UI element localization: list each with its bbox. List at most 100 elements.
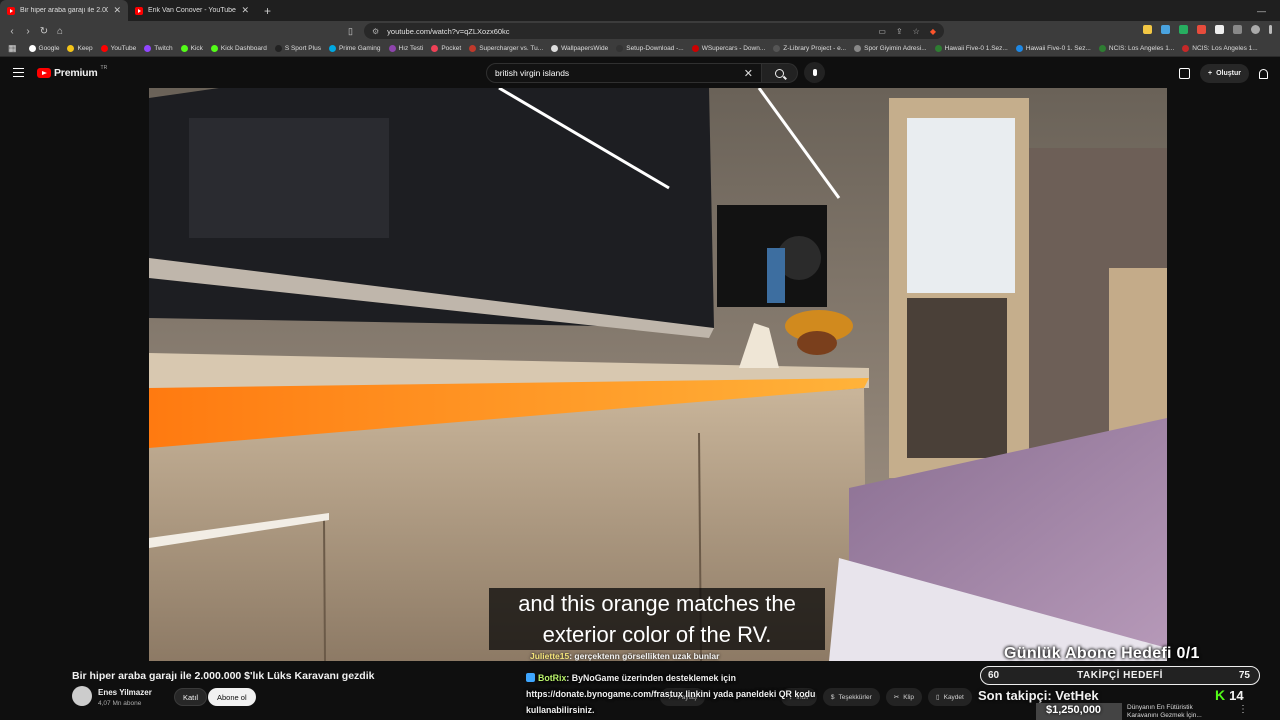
- subscribe-button[interactable]: Abone ol: [208, 688, 256, 706]
- bookmark-item[interactable]: Z-Library Project - e...: [773, 45, 846, 52]
- site-info-icon[interactable]: ⚙: [372, 27, 379, 36]
- recommended-thumbnail[interactable]: $1,250,000: [1036, 703, 1122, 720]
- video-player[interactable]: and this orange matches the exterior col…: [149, 88, 1167, 661]
- clip-button[interactable]: ✂ Klip: [885, 688, 923, 706]
- kick-logo-icon: K: [1215, 687, 1226, 703]
- bookmark-item[interactable]: WallpapersWide: [551, 45, 608, 52]
- tab-title: Bir hiper araba garajı ile 2.000.000: [20, 7, 109, 14]
- bookmark-item[interactable]: Spor Giyimin Adresi...: [854, 45, 927, 52]
- recommended-title[interactable]: Dünyanın En Fütüristik Karavanını Gezmek…: [1127, 704, 1202, 720]
- chat-username: Juliette15: [530, 651, 570, 661]
- menu-icon[interactable]: [1269, 25, 1272, 34]
- bookmark-label: Google: [38, 45, 60, 52]
- menu-hamburger-icon[interactable]: [13, 68, 24, 77]
- bookmark-item[interactable]: Prime Gaming: [328, 45, 381, 52]
- extension-icon[interactable]: [1197, 25, 1206, 34]
- new-tab-icon[interactable]: +: [256, 4, 279, 18]
- recommended-title-line-1: Dünyanın En Fütüristik: [1127, 704, 1193, 711]
- create-button[interactable]: + Oluştur: [1200, 64, 1249, 83]
- extensions-area: [1143, 25, 1272, 34]
- bookmark-label: Twitch: [154, 45, 173, 52]
- tab-inactive[interactable]: Erik Van Conover - YouTube ✕: [128, 0, 256, 21]
- save-button[interactable]: ▯ Kaydet: [928, 688, 972, 706]
- forward-icon[interactable]: ›: [20, 26, 36, 37]
- search-input[interactable]: british virgin islands ✕: [486, 63, 762, 83]
- search-box: british virgin islands ✕: [486, 63, 798, 83]
- bookmark-item[interactable]: Hawaii Five-0 1. Sez...: [1015, 45, 1091, 52]
- extension-icon[interactable]: [1215, 25, 1224, 34]
- bookmark-label: Supercharger vs. Tu...: [479, 45, 544, 52]
- more-options-icon[interactable]: ⋮: [1238, 704, 1248, 715]
- tab-active[interactable]: Bir hiper araba garajı ile 2.000.000 ✕: [0, 0, 128, 21]
- extension-icon[interactable]: [1161, 25, 1170, 34]
- channel-name[interactable]: Enes Yilmazer: [98, 688, 152, 697]
- bookmark-label: Prime Gaming: [338, 45, 381, 52]
- chat-message: Juliette15: gerçektenn görsellikten uzak…: [530, 651, 719, 661]
- bookmark-item[interactable]: S Sport Plus: [274, 45, 321, 52]
- bookmark-favicon-icon: [28, 45, 36, 52]
- bookmark-favicon-icon: [551, 45, 559, 52]
- home-icon[interactable]: ⌂: [52, 26, 68, 37]
- microphone-icon: [812, 69, 817, 76]
- youtube-favicon-icon: [135, 6, 143, 15]
- save-label: Kaydet: [943, 693, 964, 701]
- browser-tab-strip: Bir hiper araba garajı ile 2.000.000 ✕ E…: [0, 0, 1280, 21]
- star-icon[interactable]: ☆: [913, 27, 920, 36]
- caption-line-1: and this orange matches the: [518, 591, 796, 616]
- minimize-icon[interactable]: —: [1257, 6, 1266, 16]
- join-button[interactable]: Katıl: [174, 688, 208, 706]
- bookmark-favicon-icon: [773, 45, 781, 52]
- profile-icon[interactable]: [1251, 25, 1260, 34]
- follower-goal-bar: 60 TAKİPÇİ HEDEFİ 75: [980, 666, 1260, 685]
- bookmark-item[interactable]: Twitch: [144, 45, 173, 52]
- bookmark-item[interactable]: Hız Testi: [388, 45, 423, 52]
- bookmark-item[interactable]: Supercharger vs. Tu...: [469, 45, 543, 52]
- subscriber-count: 4,07 Mn abone: [98, 700, 142, 707]
- extension-icon[interactable]: [1143, 25, 1152, 34]
- bookmark-item[interactable]: Kick: [180, 45, 203, 52]
- region-code: TR: [100, 65, 108, 71]
- bookmark-item[interactable]: Kick Dashboard: [210, 45, 267, 52]
- bookmark-item[interactable]: Pocket: [431, 45, 461, 52]
- bookmark-item[interactable]: YouTube: [100, 45, 136, 52]
- bookmark-item[interactable]: Google: [28, 45, 60, 52]
- video-title: Bir hiper araba garajı ile 2.000.000 $'l…: [72, 670, 375, 682]
- clear-search-icon[interactable]: ✕: [744, 67, 753, 80]
- bookmark-icon[interactable]: ▯: [348, 26, 353, 37]
- bookmark-item[interactable]: Hawaii Five-0 1.Sez...: [934, 45, 1008, 52]
- close-tab-icon[interactable]: ✕: [113, 5, 121, 16]
- channel-avatar[interactable]: [72, 686, 92, 706]
- youtube-logo[interactable]: Premium TR: [37, 65, 108, 79]
- bookmark-item[interactable]: WSupercars - Down...: [691, 45, 765, 52]
- bookmark-favicon-icon: [67, 45, 75, 52]
- url-bar[interactable]: ▯ ⚙ youtube.com/watch?v=qZLXozx60kc ▭ ⇪ …: [348, 23, 944, 39]
- reload-icon[interactable]: ↻: [36, 26, 52, 37]
- studio-icon[interactable]: [1179, 68, 1191, 79]
- notifications-bell-icon[interactable]: [1259, 68, 1268, 79]
- bookmark-item[interactable]: Setup-Download -...: [616, 45, 684, 52]
- bookmark-favicon-icon: [328, 45, 336, 52]
- bookmark-favicon-icon: [616, 45, 624, 52]
- search-button[interactable]: [762, 63, 798, 83]
- share-icon[interactable]: ⇪: [896, 27, 903, 36]
- bookmark-favicon-icon: [210, 45, 218, 52]
- extension-icon[interactable]: [1179, 25, 1188, 34]
- bookmark-item[interactable]: NCIS: Los Angeles 1...: [1182, 45, 1258, 52]
- bookmark-favicon-icon: [144, 45, 152, 52]
- close-tab-icon[interactable]: ✕: [241, 5, 249, 16]
- thanks-label: Teşekkürler: [838, 693, 872, 701]
- search-icon: [775, 68, 784, 78]
- back-icon[interactable]: ‹: [4, 26, 20, 37]
- voice-search-button[interactable]: [804, 62, 825, 83]
- bookmark-favicon-icon: [469, 45, 477, 52]
- apps-grid-icon[interactable]: ▦: [8, 43, 17, 54]
- cast-icon[interactable]: ▭: [878, 27, 886, 36]
- bookmark-item[interactable]: Keep: [67, 45, 93, 52]
- extensions-puzzle-icon[interactable]: [1233, 25, 1242, 34]
- bot-username: BotRix: [538, 673, 567, 683]
- brave-shield-icon[interactable]: ◆: [930, 27, 936, 36]
- bookmark-item[interactable]: NCIS: Los Angeles 1...: [1098, 45, 1174, 52]
- thanks-icon: $: [830, 693, 835, 701]
- thanks-button[interactable]: $ Teşekkürler: [822, 688, 880, 706]
- video-frame: [149, 88, 1167, 661]
